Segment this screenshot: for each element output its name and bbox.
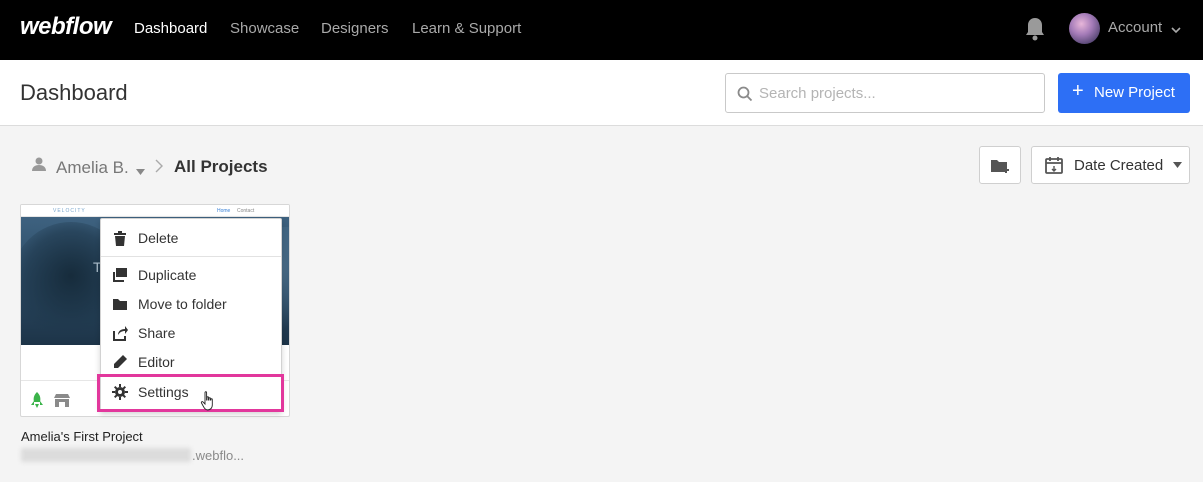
page-title: Dashboard <box>20 80 128 105</box>
menu-item-editor[interactable]: Editor <box>101 348 281 376</box>
new-project-button[interactable]: + New Project <box>1058 73 1190 113</box>
calendar-icon <box>1045 157 1063 174</box>
sort-label: Date Created <box>1074 157 1164 174</box>
menu-item-move-to-folder[interactable]: Move to folder <box>101 290 281 318</box>
store-icon[interactable] <box>53 393 71 412</box>
nav-link-dashboard[interactable]: Dashboard <box>134 20 207 37</box>
rocket-icon[interactable] <box>30 392 44 413</box>
plus-icon: + <box>1072 80 1084 102</box>
search-icon <box>737 86 753 102</box>
thumbnail-link-home: Home <box>217 208 231 214</box>
chevron-right-icon <box>155 159 163 178</box>
hand-cursor-icon <box>200 391 216 416</box>
menu-item-duplicate[interactable]: Duplicate <box>101 261 281 289</box>
nav-link-showcase[interactable]: Showcase <box>230 20 299 37</box>
trash-icon <box>112 230 128 246</box>
project-name[interactable]: Amelia's First Project <box>21 429 143 444</box>
breadcrumb-current: All Projects <box>174 157 268 176</box>
folder-icon <box>112 296 128 312</box>
nav-link-learn-support[interactable]: Learn & Support <box>412 20 521 37</box>
menu-item-label: Delete <box>138 230 179 246</box>
menu-item-label: Editor <box>138 354 175 370</box>
duplicate-icon <box>112 267 128 283</box>
breadcrumb-user[interactable]: Amelia B. <box>56 158 129 178</box>
project-url[interactable]: .webflo... <box>192 448 244 463</box>
pencil-icon <box>112 354 128 370</box>
thumbnail-link-contact: Contact <box>237 208 255 214</box>
notification-bell-icon[interactable] <box>1024 16 1046 42</box>
avatar[interactable] <box>1069 13 1100 44</box>
project-url-redacted <box>21 448 191 462</box>
menu-item-share[interactable]: Share <box>101 319 281 347</box>
menu-item-label: Share <box>138 325 176 341</box>
chevron-down-icon[interactable] <box>1171 22 1181 34</box>
sort-dropdown[interactable]: Date Created <box>1031 146 1190 184</box>
user-icon <box>31 156 47 177</box>
menu-item-label: Duplicate <box>138 267 197 283</box>
caret-down-icon[interactable] <box>136 162 145 180</box>
search-input[interactable] <box>759 82 1034 104</box>
menu-item-delete[interactable]: Delete <box>101 224 281 252</box>
new-folder-button[interactable] <box>979 146 1021 184</box>
new-project-label: New Project <box>1094 84 1175 101</box>
nav-link-designers[interactable]: Designers <box>321 20 389 37</box>
webflow-logo[interactable]: webflow <box>20 13 112 41</box>
share-icon <box>112 325 128 341</box>
settings-highlight-box <box>97 374 284 412</box>
menu-divider <box>101 256 281 257</box>
account-menu[interactable]: Account <box>1108 19 1162 36</box>
menu-item-label: Move to folder <box>138 296 227 312</box>
thumbnail-navbar: VELOCITY Home Contact <box>21 205 289 217</box>
add-folder-icon <box>991 160 1009 173</box>
caret-down-icon <box>1173 162 1182 168</box>
page-header: Dashboard + New Project <box>0 60 1203 126</box>
thumbnail-brand: VELOCITY <box>53 208 86 214</box>
search-box[interactable] <box>725 73 1045 113</box>
top-navigation-bar: webflow Dashboard Showcase Designers Lea… <box>0 0 1203 60</box>
